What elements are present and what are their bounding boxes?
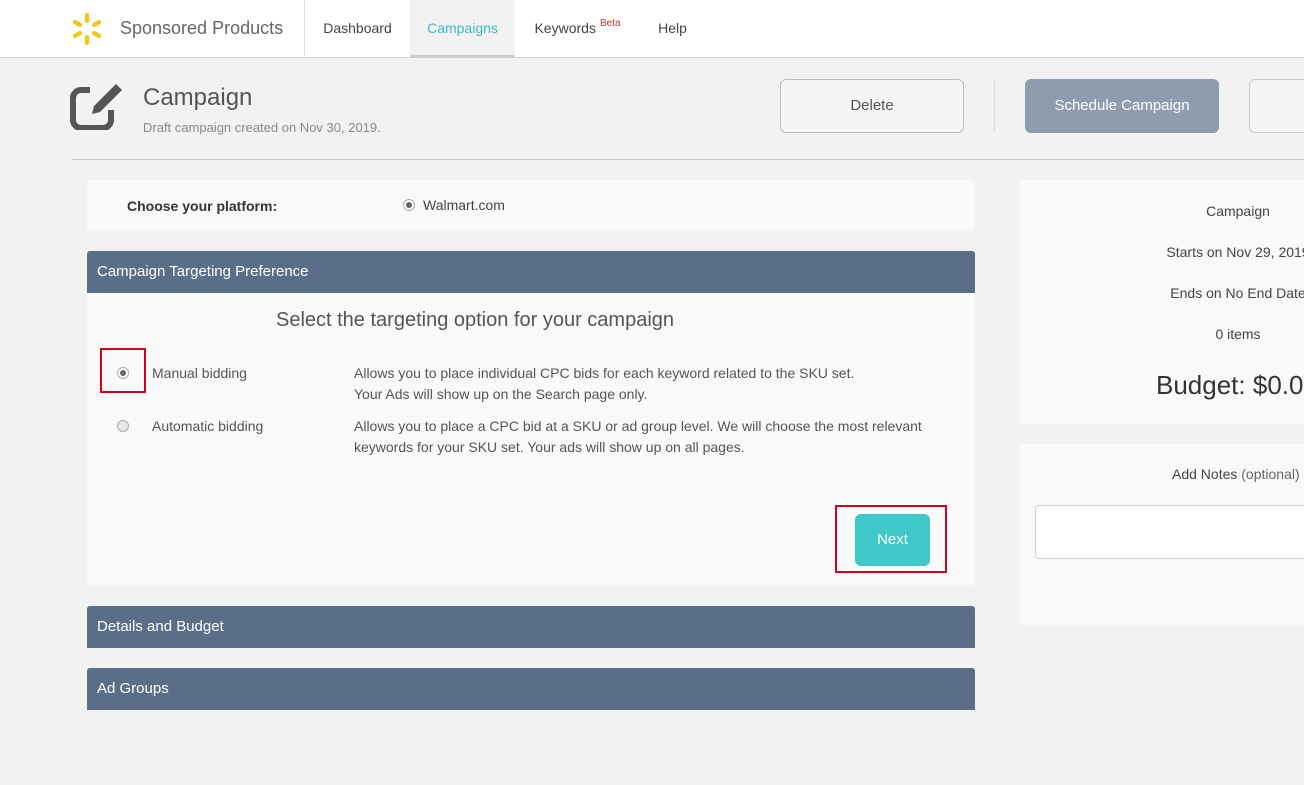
notes-label-text: Add Notes [1172, 466, 1238, 482]
schedule-campaign-button[interactable]: Schedule Campaign [1025, 79, 1219, 133]
beta-badge: Beta [599, 18, 621, 29]
automatic-bidding-label[interactable]: Automatic bidding [152, 418, 263, 434]
automatic-bidding-desc-line: keywords for your SKU set. Your ads will… [354, 439, 745, 455]
edit-icon [70, 84, 124, 130]
manual-bidding-label[interactable]: Manual bidding [152, 365, 247, 381]
manual-bidding-desc-line: Allows you to place individual CPC bids … [354, 365, 855, 381]
campaign-summary-card: Campaign Starts on Nov 29, 2019 Ends on … [1020, 180, 1304, 424]
targeting-title: Select the targeting option for your cam… [275, 309, 675, 331]
automatic-bidding-radio[interactable] [117, 420, 129, 432]
summary-end-date: Ends on No End Date [1170, 285, 1304, 301]
notes-input[interactable] [1035, 505, 1304, 559]
brand-name: Sponsored Products [120, 18, 284, 38]
platform-label: Choose your platform: [127, 198, 278, 214]
header-extra-button[interactable] [1249, 79, 1304, 133]
page-title: Campaign [143, 84, 253, 111]
summary-item-count: 0 items [1215, 326, 1261, 342]
targeting-section-body: Select the targeting option for your cam… [87, 293, 975, 585]
details-budget-section-header[interactable]: Details and Budget [87, 606, 975, 648]
summary-title: Campaign [1206, 203, 1270, 219]
nav-keywords[interactable]: Keywords Beta [515, 0, 640, 58]
platform-box: Choose your platform: Walmart.com [87, 180, 975, 231]
platform-radio[interactable] [403, 199, 415, 211]
manual-bidding-desc-line: Your Ads will show up on the Search page… [354, 386, 648, 402]
ad-groups-section-header[interactable]: Ad Groups [87, 668, 975, 710]
targeting-section-header[interactable]: Campaign Targeting Preference [87, 251, 975, 293]
manual-bidding-desc: Allows you to place individual CPC bids … [354, 363, 954, 405]
nav-dashboard[interactable]: Dashboard [305, 0, 410, 58]
automatic-bidding-desc: Allows you to place a CPC bid at a SKU o… [354, 416, 954, 458]
platform-value[interactable]: Walmart.com [423, 197, 505, 213]
summary-start-date: Starts on Nov 29, 2019 [1166, 244, 1304, 260]
nav-help[interactable]: Help [640, 0, 705, 58]
header-rule [72, 159, 1304, 160]
summary-budget: Budget: $0.00 [1156, 370, 1304, 400]
top-nav: Sponsored Products Dashboard Campaigns K… [0, 0, 1304, 58]
notes-optional-text: (optional) [1241, 466, 1300, 482]
page-subtitle: Draft campaign created on Nov 30, 2019. [143, 120, 381, 135]
manual-bidding-radio[interactable] [117, 367, 129, 379]
notes-label: Add Notes (optional) [1172, 466, 1300, 482]
walmart-spark-icon[interactable] [70, 12, 104, 46]
next-button[interactable]: Next [855, 514, 930, 566]
notes-card: Add Notes (optional) [1020, 444, 1304, 625]
nav-campaigns[interactable]: Campaigns [410, 0, 515, 58]
automatic-bidding-desc-line: Allows you to place a CPC bid at a SKU o… [354, 418, 922, 434]
delete-button[interactable]: Delete [780, 79, 964, 133]
nav-keywords-label: Keywords [534, 20, 596, 36]
header-divider [994, 80, 995, 132]
